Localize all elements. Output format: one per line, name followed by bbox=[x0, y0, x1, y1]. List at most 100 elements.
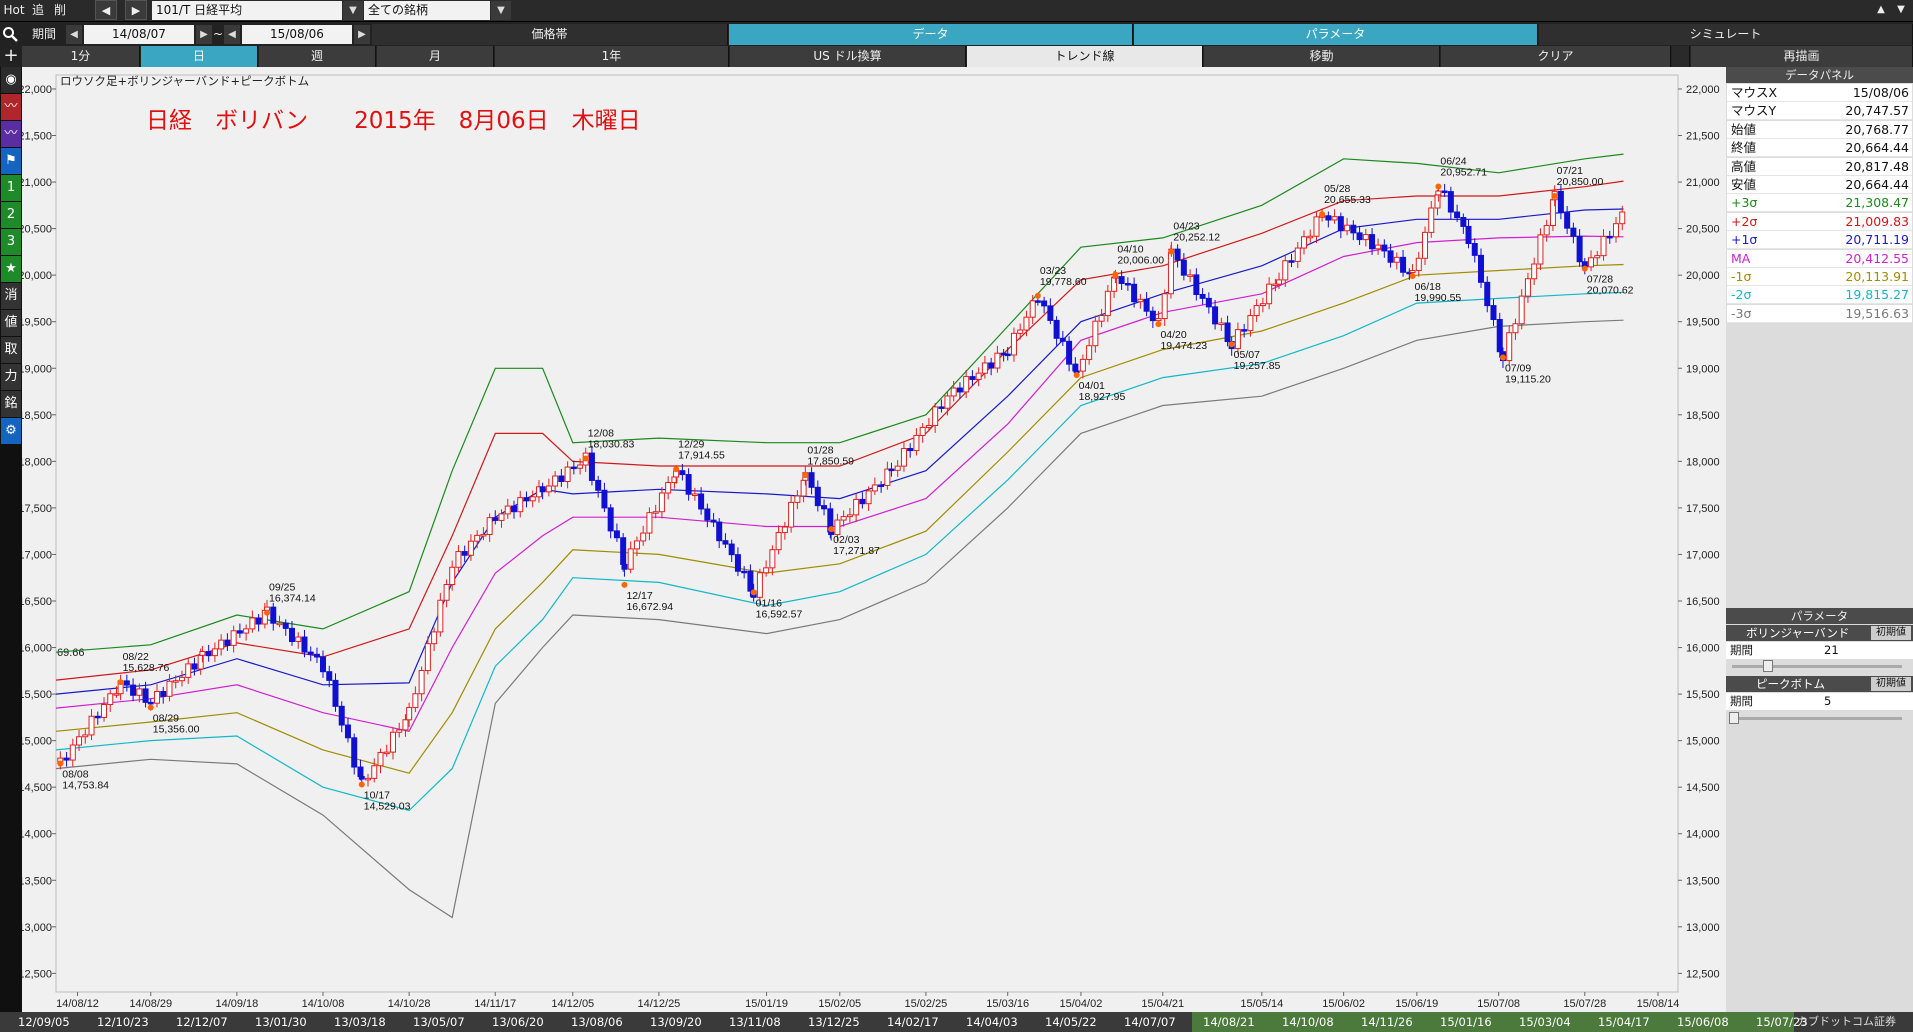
bollinger-period-value[interactable]: 21 bbox=[1824, 642, 1839, 659]
candle-body bbox=[698, 493, 705, 510]
navigator-date: 14/04/03 bbox=[966, 1015, 1018, 1029]
candle-body bbox=[969, 376, 976, 380]
date-from-next-icon[interactable]: ▶ bbox=[196, 25, 212, 44]
y-tick-label: 14,000 bbox=[1686, 829, 1720, 841]
pivot-value-label: 16,672.94 bbox=[626, 601, 673, 613]
date-from-input[interactable]: 14/08/07 bbox=[84, 25, 194, 44]
add-button[interactable]: 追 bbox=[28, 0, 48, 20]
redraw-button[interactable]: 再描画 bbox=[1691, 46, 1913, 67]
candle-body bbox=[443, 584, 450, 601]
navigator-strip[interactable]: 12/09/05 12/10/23 12/12/07 13/01/30 13/03/18… bbox=[0, 1012, 1913, 1032]
candle-body bbox=[1435, 190, 1442, 196]
tab-simulate[interactable]: シミュレート bbox=[1539, 24, 1913, 45]
candle-body bbox=[431, 631, 438, 645]
interval-1min[interactable]: 1分 bbox=[22, 46, 140, 67]
candle-body bbox=[147, 701, 154, 705]
universe-select[interactable]: 全ての銘柄 bbox=[364, 1, 490, 20]
candle-body bbox=[963, 376, 970, 393]
candle-body bbox=[871, 484, 878, 492]
chevron-down-icon[interactable]: ▼ bbox=[343, 1, 363, 20]
y-tick-label: 17,000 bbox=[22, 549, 52, 561]
range-1year-button[interactable]: 1年 bbox=[495, 46, 729, 67]
panel-row-value: 20,817.48 bbox=[1845, 158, 1909, 174]
candle-body bbox=[1325, 215, 1332, 221]
chart-area[interactable]: 22,000 22,000 21,500 21,500 21,000 21,000 20,5… bbox=[18, 67, 1726, 1012]
pivot-value-label: 17,271.87 bbox=[833, 545, 880, 557]
erase-button[interactable]: 消 bbox=[1, 283, 21, 309]
tab-parameter[interactable]: パラメータ bbox=[1134, 24, 1538, 45]
gear-icon[interactable]: ⚙ bbox=[1, 418, 21, 444]
layout-3-button[interactable]: 3 bbox=[1, 229, 21, 255]
candle-body bbox=[326, 671, 333, 681]
candle-body bbox=[913, 434, 920, 452]
chevron-down-icon[interactable]: ▼ bbox=[491, 1, 511, 20]
tab-data[interactable]: データ bbox=[729, 24, 1133, 45]
brand-button[interactable]: 銘 bbox=[1, 391, 21, 417]
candle-body bbox=[640, 532, 647, 542]
period-label: 期間 bbox=[31, 27, 56, 41]
line-chart-icon[interactable]: 〰 bbox=[1, 94, 21, 120]
date-to-prev-icon[interactable]: ◀ bbox=[224, 25, 240, 44]
pivot-marker bbox=[621, 581, 628, 588]
usd-convert-button[interactable]: US ドル換算 bbox=[730, 46, 966, 67]
y-tick-label: 17,500 bbox=[22, 503, 52, 515]
layout-1-button[interactable]: 1 bbox=[1, 175, 21, 201]
candle-body bbox=[365, 777, 372, 781]
candle-body bbox=[1381, 244, 1388, 252]
date-to-input[interactable]: 15/08/06 bbox=[242, 25, 352, 44]
candle-body bbox=[1167, 251, 1174, 295]
candle-body bbox=[1393, 256, 1400, 263]
candle-body bbox=[1066, 340, 1073, 365]
candle-body bbox=[1092, 320, 1099, 347]
candle-body bbox=[627, 548, 634, 570]
date-to-next-icon[interactable]: ▶ bbox=[354, 25, 370, 44]
peakbottom-slider[interactable] bbox=[1732, 717, 1902, 720]
trade-button[interactable]: 取 bbox=[1, 337, 21, 363]
plus-icon[interactable]: + bbox=[1, 46, 21, 66]
candle-body bbox=[1266, 283, 1273, 305]
window-down-icon[interactable]: ▼ bbox=[1892, 0, 1910, 20]
layout-2-button[interactable]: 2 bbox=[1, 202, 21, 228]
candle-body bbox=[160, 691, 167, 697]
peakbottom-reset-button[interactable]: 初期値 bbox=[1871, 677, 1911, 691]
candle-body bbox=[1478, 254, 1485, 283]
candle-body bbox=[814, 486, 821, 507]
interval-month[interactable]: 月 bbox=[377, 46, 494, 67]
tab-price-range[interactable]: 価格帯 bbox=[372, 24, 728, 45]
candle-body bbox=[545, 485, 552, 493]
candle-body bbox=[1282, 260, 1289, 281]
candle-body bbox=[691, 493, 698, 497]
window-up-icon[interactable]: ▲ bbox=[1872, 0, 1890, 20]
candle-body bbox=[756, 572, 763, 598]
date-from-prev-icon[interactable]: ◀ bbox=[66, 25, 82, 44]
candle-body bbox=[1350, 224, 1357, 234]
peakbottom-slider-thumb[interactable] bbox=[1729, 712, 1739, 724]
interval-week[interactable]: 週 bbox=[259, 46, 376, 67]
value-button[interactable]: 値 bbox=[1, 310, 21, 336]
line-chart-purple-icon[interactable]: 〰 bbox=[1, 121, 21, 147]
candle-body bbox=[1564, 212, 1571, 229]
hot-button[interactable]: Hot bbox=[2, 0, 26, 20]
candle-body bbox=[747, 570, 754, 592]
force-button[interactable]: 力 bbox=[1, 364, 21, 390]
pivot-value-label: 14,753.84 bbox=[62, 780, 109, 792]
search-icon[interactable] bbox=[0, 24, 20, 44]
move-button[interactable]: 移動 bbox=[1204, 46, 1440, 67]
candlestick-chart[interactable]: 22,000 22,000 21,500 21,500 21,000 21,000 20,5… bbox=[18, 67, 1726, 1012]
camera-icon[interactable]: ◉ bbox=[1, 67, 21, 93]
delete-button[interactable]: 削 bbox=[50, 0, 70, 20]
bollinger-slider-thumb[interactable] bbox=[1763, 660, 1773, 672]
candle-body bbox=[1253, 305, 1260, 317]
clear-button[interactable]: クリア bbox=[1441, 46, 1671, 67]
flag-icon[interactable]: ⚑ bbox=[1, 148, 21, 174]
symbol-input[interactable]: 101/T 日経平均 bbox=[152, 1, 342, 20]
parameter-header: パラメータ bbox=[1726, 608, 1913, 624]
trendline-button[interactable]: トレンド線 bbox=[967, 46, 1203, 67]
star-icon[interactable]: ★ bbox=[1, 256, 21, 282]
bollinger-slider[interactable] bbox=[1732, 665, 1902, 668]
next-arrow-icon[interactable]: ▶ bbox=[125, 0, 147, 20]
interval-day[interactable]: 日 bbox=[141, 46, 258, 67]
prev-arrow-icon[interactable]: ◀ bbox=[95, 0, 117, 20]
peakbottom-period-value[interactable]: 5 bbox=[1824, 693, 1831, 710]
bollinger-reset-button[interactable]: 初期値 bbox=[1871, 626, 1911, 640]
